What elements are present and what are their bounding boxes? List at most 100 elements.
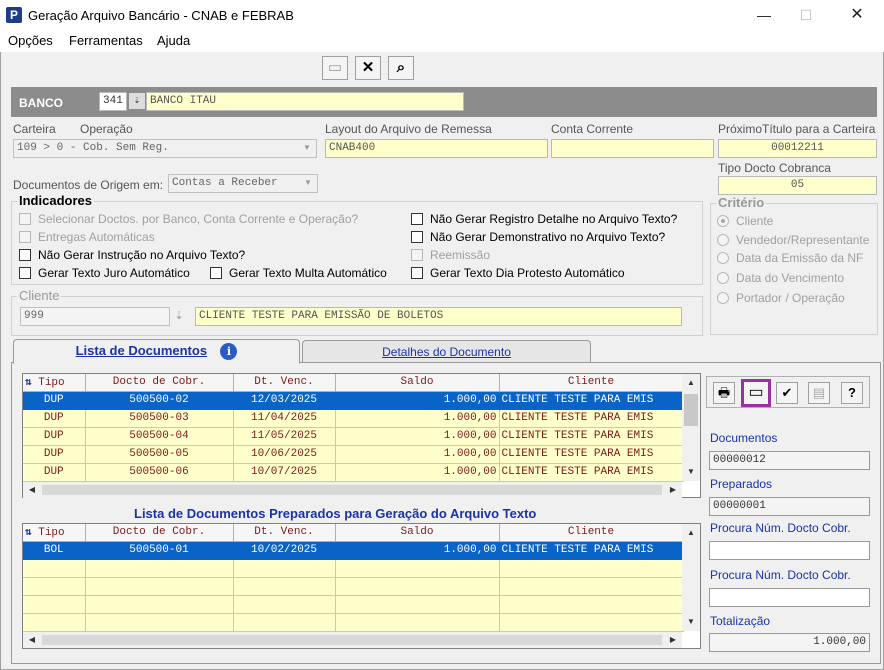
cliente-code-field[interactable]: 999 [20, 307, 170, 326]
layout-field[interactable]: CNAB400 [325, 139, 548, 158]
table-cell: CLIENTE TESTE PARA EMIS [499, 409, 684, 428]
nao-demonstrativo-checkbox[interactable] [411, 231, 423, 243]
banco-code-field[interactable]: 341 [99, 92, 127, 111]
criterio-radio-2[interactable] [717, 252, 729, 264]
column-header[interactable]: Docto de Cobr. [85, 524, 234, 542]
tab-lista[interactable]: Lista de Documentos i [13, 339, 300, 364]
reemissao-checkbox[interactable] [411, 249, 423, 261]
minimize-button[interactable]: — [749, 4, 779, 26]
table-cell [23, 595, 86, 614]
column-header[interactable]: ⇅ Tipo [23, 374, 86, 392]
menu-ajuda[interactable]: Ajuda [157, 33, 190, 48]
preparados-title: Lista de Documentos Preparados para Gera… [134, 506, 537, 521]
table-row[interactable]: DUP 500500-02 12/03/2025 1.000,00 CLIENTE TE… [23, 391, 684, 410]
column-header[interactable]: Saldo [335, 524, 500, 542]
column-header[interactable]: Cliente [499, 374, 684, 392]
nao-registro-checkbox[interactable] [411, 213, 423, 225]
conta-label: Conta Corrente [551, 122, 634, 136]
column-header[interactable]: Dt. Venc. [233, 374, 336, 392]
tab-detalhes-label: Detalhes do Documento [382, 345, 511, 359]
chevron-down-icon[interactable]: ▼ [300, 175, 316, 191]
scroll-right-icon[interactable]: ▶ [665, 632, 681, 648]
table-row[interactable] [23, 559, 684, 578]
cliente-name-field[interactable]: CLIENTE TESTE PARA EMISSÃO DE BOLETOS [195, 307, 682, 326]
maximize-button[interactable]: ☐ [791, 4, 821, 26]
origem-dropdown[interactable]: Contas a Receber [168, 174, 318, 193]
table-row[interactable]: DUP 500500-04 11/05/2025 1.000,00 CLIENTE TE… [23, 427, 684, 446]
menu-ferramentas[interactable]: Ferramentas [69, 33, 143, 48]
info-icon[interactable]: i [220, 343, 238, 361]
chevron-down-icon[interactable]: ▼ [299, 140, 315, 156]
tipo-docto-label: Tipo Docto Cobranca [718, 161, 831, 175]
juro-checkbox[interactable] [19, 267, 31, 279]
documentos-field: 00000012 [709, 451, 870, 470]
delete-icon[interactable]: ✕ [355, 56, 381, 80]
cliente-lookup-icon[interactable]: ⇣ [171, 308, 187, 324]
table-cell: 500500-06 [85, 463, 234, 482]
criterio-option: Portador / Operação [736, 291, 845, 305]
table-cell [85, 595, 234, 614]
close-button[interactable]: ✕ [842, 4, 872, 26]
totalizacao-field: 1.000,00 [709, 633, 870, 652]
table-cell [499, 595, 684, 614]
procura1-input[interactable] [709, 541, 870, 560]
scroll-up-icon[interactable]: ▲ [683, 375, 699, 391]
table-row[interactable] [23, 613, 684, 632]
table-row[interactable] [23, 577, 684, 596]
column-header[interactable]: Dt. Venc. [233, 524, 336, 542]
entregas-checkbox[interactable] [19, 231, 31, 243]
table-row[interactable]: DUP 500500-03 11/04/2025 1.000,00 CLIENTE TE… [23, 409, 684, 428]
column-header[interactable]: Saldo [335, 374, 500, 392]
column-header[interactable]: ⇅ Tipo [23, 524, 86, 542]
table-row[interactable]: DUP 500500-05 10/06/2025 1.000,00 CLIENTE TE… [23, 445, 684, 464]
column-header[interactable]: Docto de Cobr. [85, 374, 234, 392]
menu-opcoes[interactable]: Opções [8, 33, 53, 48]
banco-lookup-icon[interactable]: ⇣ [129, 93, 145, 109]
documentos-label: Documentos [710, 431, 778, 445]
table-row[interactable]: DUP 500500-06 10/07/2025 1.000,00 CLIENTE TE… [23, 463, 684, 482]
column-header[interactable]: Cliente [499, 524, 684, 542]
scroll-down-icon[interactable]: ▼ [683, 464, 699, 480]
selecionar-checkbox[interactable] [19, 213, 31, 225]
document-icon[interactable]: ▤ [808, 382, 830, 404]
scroll-left-icon[interactable]: ◀ [24, 482, 40, 498]
scroll-left-icon[interactable]: ◀ [24, 632, 40, 648]
procura2-input[interactable] [709, 588, 870, 607]
conta-field[interactable] [551, 139, 714, 158]
tipo-docto-field[interactable]: 05 [718, 176, 877, 195]
print-icon[interactable]: 🖶 [713, 382, 735, 404]
scroll-right-icon[interactable]: ▶ [665, 482, 681, 498]
table-cell: 1.000,00 [335, 445, 500, 464]
proximo-field[interactable]: 00012211 [718, 139, 877, 158]
indicadores-title: Indicadores [17, 193, 94, 208]
window-icon[interactable]: ▭ [741, 379, 771, 407]
table-cell: 11/04/2025 [233, 409, 336, 428]
scroll-down-icon[interactable]: ▼ [683, 614, 699, 630]
help-icon[interactable]: ? [841, 382, 863, 404]
criterio-radio-1[interactable] [717, 234, 729, 246]
criterio-radio-3[interactable] [717, 272, 729, 284]
proximo-label: PróximoTítulo para a Carteira [718, 122, 876, 136]
preparados-label: Preparados [710, 477, 773, 491]
banco-name-field[interactable]: BANCO ITAU [146, 92, 464, 111]
table-cell [85, 577, 234, 596]
binoculars-icon[interactable]: ⌕ [388, 56, 414, 80]
nao-instrucao-checkbox[interactable] [19, 249, 31, 261]
protesto-checkbox[interactable] [411, 267, 423, 279]
criterio-radio-4[interactable] [717, 292, 729, 304]
table-row[interactable] [23, 595, 684, 614]
tab-detalhes[interactable]: Detalhes do Documento [302, 340, 591, 362]
table-cell: 500500-04 [85, 427, 234, 446]
scroll-thumb[interactable] [42, 635, 662, 645]
new-icon[interactable]: ▭ [322, 56, 348, 80]
scroll-thumb[interactable] [684, 394, 698, 426]
table-row[interactable]: BOL 500500-01 10/02/2025 1.000,00 CLIENTE TE… [23, 541, 684, 560]
scroll-up-icon[interactable]: ▲ [683, 525, 699, 541]
totalizacao-label: Totalização [710, 614, 771, 628]
scroll-thumb[interactable] [42, 485, 662, 495]
criterio-radio-0[interactable] [717, 215, 729, 227]
table-cell [335, 559, 500, 578]
check-icon[interactable]: ✔ [776, 382, 798, 404]
carteira-dropdown[interactable]: 109 > 0 - Cob. Sem Reg. [13, 139, 317, 158]
multa-checkbox[interactable] [210, 267, 222, 279]
